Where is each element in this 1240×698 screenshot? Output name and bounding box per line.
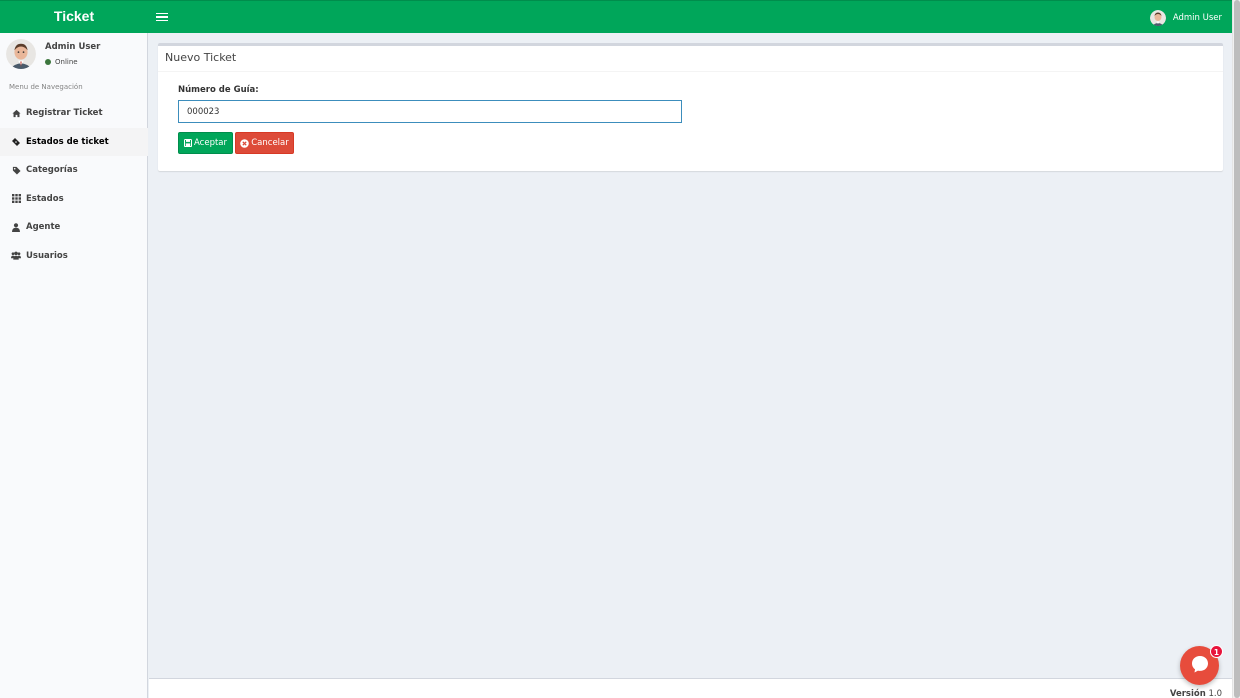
sidebar-item-registrar-ticket[interactable]: Registrar Ticket (0, 99, 148, 128)
sidebar-item-label: Categorías (26, 165, 78, 176)
avatar (6, 39, 36, 69)
sidebar-item-label: Estados de ticket (26, 136, 109, 147)
version-text: Versión 1.0 (1170, 689, 1222, 698)
avatar (1149, 9, 1166, 26)
sidebar-item-agente[interactable]: Agente (0, 213, 148, 242)
sidebar-item-label: Estados (26, 193, 64, 204)
home-icon (11, 108, 21, 118)
times-circle-icon (240, 138, 250, 148)
footer: Versión 1.0 (149, 678, 1232, 698)
save-icon (184, 139, 192, 147)
user-menu[interactable]: Admin User (1149, 9, 1222, 26)
cancel-label: Cancelar (251, 138, 289, 148)
sidebar-toggle-icon[interactable] (156, 11, 168, 23)
sidebar-item-estados-de-ticket[interactable]: Estados de ticket (0, 127, 148, 156)
scrollbar-thumb[interactable] (1234, 0, 1240, 698)
user-panel: Admin User Online (0, 33, 147, 78)
ticket-icon (11, 137, 21, 147)
version-number: 1.0 (1208, 689, 1222, 698)
top-navbar: Ticket Admin User (0, 0, 1232, 33)
status-badge: Online (45, 58, 78, 66)
chat-icon (1190, 654, 1210, 677)
new-ticket-box: Nuevo Ticket Número de Guía: Aceptar Can… (158, 43, 1223, 171)
online-dot-icon (45, 59, 51, 65)
user-icon (11, 222, 21, 232)
users-icon (11, 251, 21, 261)
sidebar-user-name: Admin User (45, 42, 101, 52)
cancel-button[interactable]: Cancelar (235, 132, 294, 154)
accept-label: Aceptar (194, 138, 227, 148)
sidebar-item-categorias[interactable]: Categorías (0, 156, 148, 185)
guide-number-label: Número de Guía: (178, 85, 259, 95)
sidebar-item-usuarios[interactable]: Usuarios (0, 242, 148, 271)
grid-icon (11, 194, 21, 204)
box-title: Nuevo Ticket (158, 46, 1223, 72)
nav-header: Menu de Navegación (9, 83, 83, 91)
version-label: Versión (1169, 689, 1206, 698)
sidebar-item-label: Agente (26, 222, 61, 233)
sidebar: Admin User Online Menu de Navegación Reg… (0, 33, 148, 698)
tag-icon (11, 165, 21, 175)
sidebar-menu: Registrar Ticket Estados de ticket Categ… (0, 99, 148, 270)
sidebar-item-estados[interactable]: Estados (0, 185, 148, 214)
scrollbar[interactable] (1232, 0, 1240, 698)
brand-logo[interactable]: Ticket (0, 1, 148, 33)
sidebar-item-label: Usuarios (26, 250, 68, 261)
chat-badge: 1 (1210, 645, 1223, 658)
accept-button[interactable]: Aceptar (178, 132, 233, 154)
guide-number-input[interactable] (178, 100, 682, 123)
sidebar-item-label: Registrar Ticket (26, 108, 103, 119)
top-user-name: Admin User (1172, 12, 1222, 23)
status-text: Online (55, 58, 78, 66)
